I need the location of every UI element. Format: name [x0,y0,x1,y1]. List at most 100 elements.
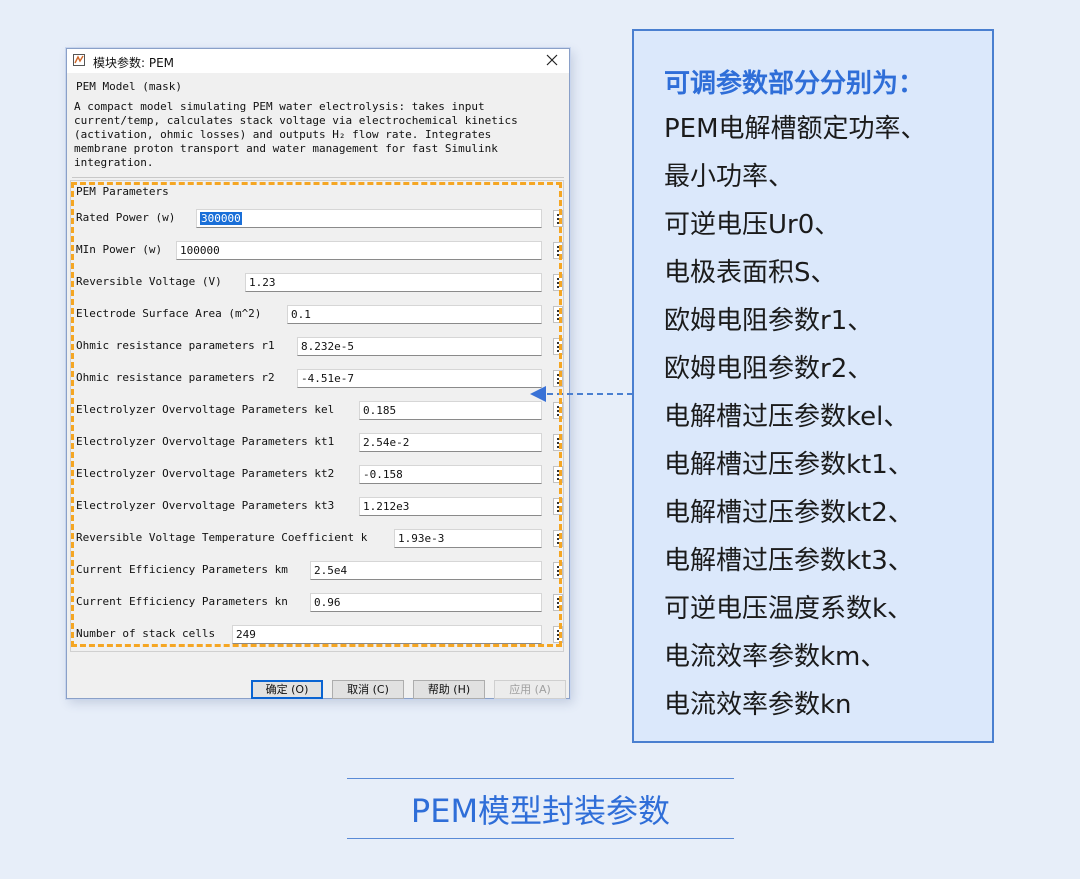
parameter-row: Current Efficiency Parameters kn 0.96 [76,592,563,614]
parameter-row: Electrolyzer Overvoltage Parameters kel 0… [76,400,563,422]
close-icon[interactable] [543,51,561,69]
parameter-row: Electrolyzer Overvoltage Parameters kt1 2… [76,432,563,454]
parameter-label: Electrolyzer Overvoltage Parameters kt3 [76,499,335,512]
cancel-button[interactable]: 取消 (C) [332,680,404,699]
title-bar[interactable]: 模块参数: PEM [67,49,569,73]
parameter-label: Ohmic resistance parameters r1 [76,339,275,352]
annotation-item: 最小功率、 [664,162,795,192]
parameter-row: Ohmic resistance parameters r2 -4.51e-7 [76,368,563,390]
parameter-label: Electrolyzer Overvoltage Parameters kel [76,403,335,416]
caption-bottom-rule [347,838,734,839]
simulink-block-icon [73,54,85,66]
block-parameters-dialog: 模块参数: PEM PEM Model (mask) A compact mod… [66,48,570,699]
annotation-item: 电流效率参数kn [664,690,852,720]
parameter-row: MIn Power (w) 100000 [76,240,563,262]
parameter-input[interactable]: 0.185 [359,401,542,420]
parameter-row: Number of stack cells 249 [76,624,563,646]
apply-button[interactable]: 应用 (A) [494,680,566,699]
more-options-icon[interactable] [553,306,563,323]
parameter-value: -0.158 [363,468,403,481]
mask-description: A compact model simulating PEM water ele… [74,100,518,169]
more-options-icon[interactable] [553,338,563,355]
more-options-icon[interactable] [553,434,563,451]
parameter-value: -4.51e-7 [301,372,354,385]
more-options-icon[interactable] [553,402,563,419]
parameter-value: 0.185 [363,404,397,417]
parameters-group-title: PEM Parameters [76,185,169,198]
more-options-icon[interactable] [553,594,563,611]
parameter-input[interactable]: 249 [232,625,542,644]
parameter-input[interactable]: 300000 [196,209,542,228]
parameter-row: Reversible Voltage (V) 1.23 [76,272,563,294]
parameter-value: 300000 [200,212,242,225]
parameter-label: Current Efficiency Parameters km [76,563,288,576]
divider [72,177,564,178]
parameter-input[interactable]: 8.232e-5 [297,337,542,356]
parameter-input[interactable]: 2.5e4 [310,561,542,580]
annotation-item: 欧姆电阻参数r2、 [664,354,874,384]
caption-top-rule [347,778,734,779]
parameter-input[interactable]: -0.158 [359,465,542,484]
more-options-icon[interactable] [553,466,563,483]
parameter-value: 1.23 [249,276,276,289]
button-bar: 确定 (O) 取消 (C) 帮助 (H) 应用 (A) [67,678,569,700]
more-options-icon[interactable] [553,626,563,643]
parameter-label: Electrolyzer Overvoltage Parameters kt1 [76,435,335,448]
window-title: 模块参数: PEM [93,56,175,70]
parameter-label: Reversible Voltage (V) [76,275,222,288]
parameter-value: 8.232e-5 [301,340,354,353]
parameter-input[interactable]: 0.96 [310,593,542,612]
more-options-icon[interactable] [553,274,563,291]
annotation-heading: 可调参数部分分别为： [664,69,925,99]
ok-button[interactable]: 确定 (O) [251,680,323,699]
parameter-input[interactable]: -4.51e-7 [297,369,542,388]
parameter-input[interactable]: 1.212e3 [359,497,542,516]
parameter-label: Ohmic resistance parameters r2 [76,371,275,384]
parameter-value: 1.212e3 [363,500,410,513]
parameter-input[interactable]: 100000 [176,241,542,260]
parameter-value: 100000 [180,244,220,257]
parameter-value: 0.96 [314,596,341,609]
parameter-row: Rated Power (w) 300000 [76,208,563,230]
parameter-row: Electrode Surface Area (m^2) 0.1 [76,304,563,326]
parameter-value: 0.1 [291,308,311,321]
parameter-row: Current Efficiency Parameters km 2.5e4 [76,560,563,582]
parameter-label: Reversible Voltage Temperature Coefficie… [76,531,368,544]
parameter-value: 2.5e4 [314,564,348,577]
annotation-item: 电解槽过压参数kt1、 [664,450,914,480]
annotation-item: 电解槽过压参数kel、 [664,402,910,432]
annotation-item: 电解槽过压参数kt3、 [664,546,914,576]
annotation-item: 可逆电压温度系数k、 [664,594,914,624]
parameter-row: Electrolyzer Overvoltage Parameters kt3 1… [76,496,563,518]
parameter-label: Electrolyzer Overvoltage Parameters kt2 [76,467,335,480]
annotation-item: 可逆电压Ur0、 [664,210,841,240]
parameter-row: Reversible Voltage Temperature Coefficie… [76,528,563,550]
parameter-input[interactable]: 1.23 [245,273,542,292]
parameter-label: MIn Power (w) [76,243,163,256]
more-options-icon[interactable] [553,498,563,515]
annotation-item: PEM电解槽额定功率、 [664,114,927,144]
parameter-input[interactable]: 1.93e-3 [394,529,542,548]
parameter-value: 1.93e-3 [398,532,445,545]
parameter-input[interactable]: 2.54e-2 [359,433,542,452]
annotation-item: 电流效率参数km、 [664,642,887,672]
more-options-icon[interactable] [553,210,563,227]
parameter-label: Electrode Surface Area (m^2) [76,307,262,320]
caption: PEM模型封装参数 [410,792,671,830]
more-options-icon[interactable] [553,562,563,579]
annotation-panel: 可调参数部分分别为： PEM电解槽额定功率、 最小功率、可逆电压Ur0、 电极表面积… [632,29,994,743]
more-options-icon[interactable] [553,242,563,259]
help-button[interactable]: 帮助 (H) [413,680,485,699]
parameter-label: Number of stack cells [76,627,216,640]
pointer-arrow [530,386,633,402]
parameter-value: 2.54e-2 [363,436,410,449]
parameter-value: 249 [236,628,256,641]
more-options-icon[interactable] [553,530,563,547]
parameter-input[interactable]: 0.1 [287,305,542,324]
annotation-item: 电极表面积S、 [664,258,837,288]
annotation-list: PEM电解槽额定功率、 最小功率、 可逆电压Ur0、 电极表面积S、 欧姆电阻参数r1、… [664,112,927,736]
parameter-row: Electrolyzer Overvoltage Parameters kt2 -… [76,464,563,486]
annotation-item: 电解槽过压参数kt2、 [664,498,914,528]
mask-title: PEM Model (mask) [76,80,182,93]
parameter-label: Rated Power (w) [76,211,176,224]
